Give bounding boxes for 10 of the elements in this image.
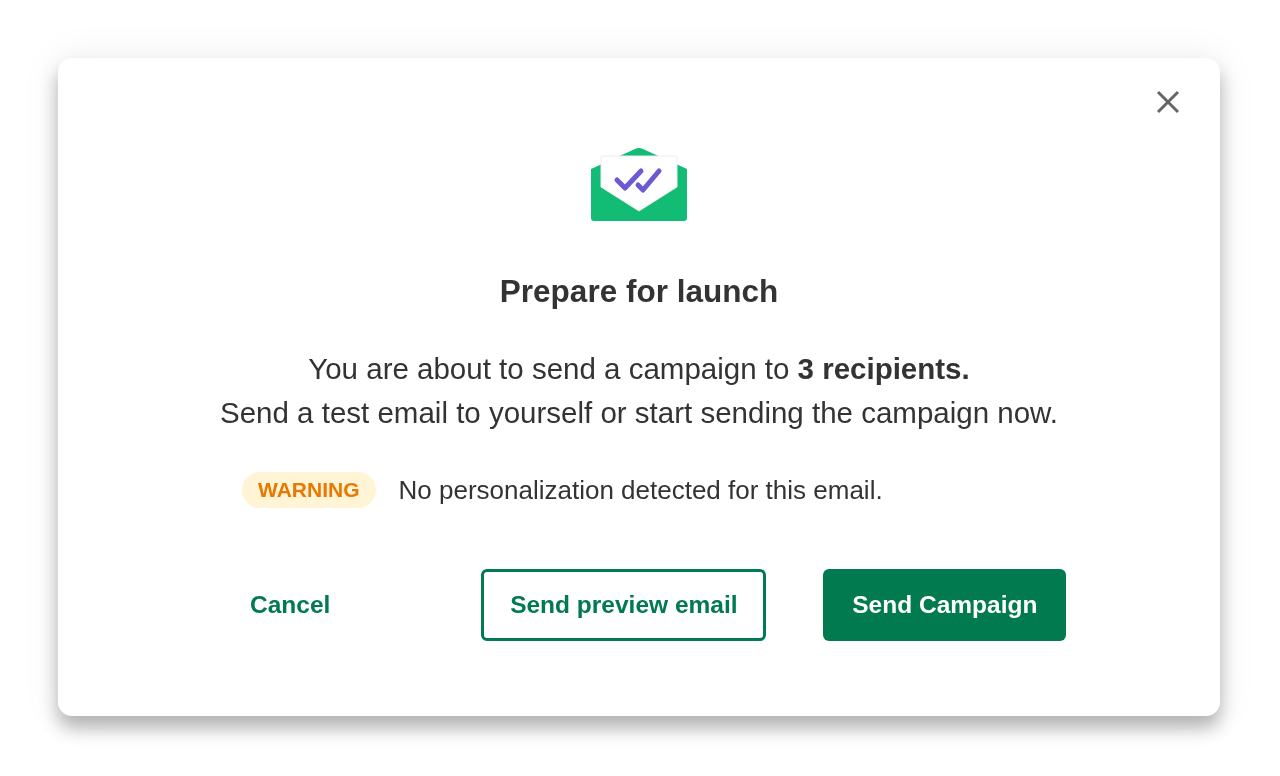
outline-button[interactable]: Send preview email — [481, 569, 767, 641]
warning-badge: WARNING — [242, 472, 376, 508]
primary-button[interactable]: Send Campaign — [823, 569, 1067, 641]
envelope-icon — [591, 147, 687, 221]
close-icon — [1156, 90, 1180, 114]
dialog-title: Prepare for launch — [499, 273, 779, 309]
warning-text: No personalization detected for this email. — [398, 474, 883, 506]
close-button[interactable] — [1156, 90, 1180, 114]
message-text: You are about to send a campaign to 3 recipients. Send a test email to yourself or start sending the campaign now. — [220, 351, 1058, 431]
text-button[interactable]: Cancel — [226, 569, 355, 641]
